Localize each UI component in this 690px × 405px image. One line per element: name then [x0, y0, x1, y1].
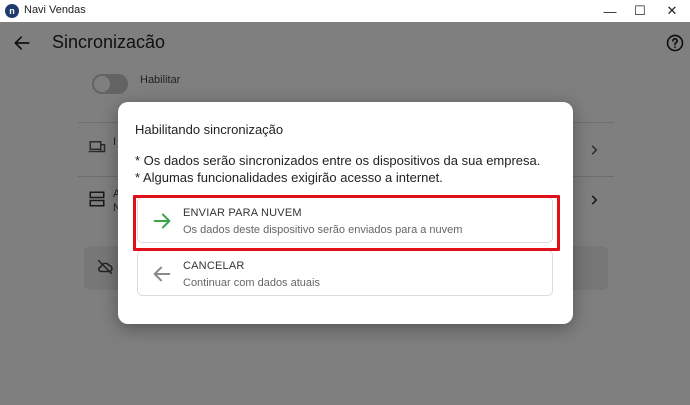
arrow-left-icon [153, 266, 171, 282]
arrow-right-icon [153, 213, 171, 229]
option-label: ENVIAR PARA NUVEM [183, 207, 302, 219]
sync-dialog: Habilitando sincronização * Os dados ser… [118, 102, 573, 324]
window-title: Navi Vendas [24, 4, 86, 16]
minimize-button[interactable]: — [594, 0, 626, 22]
close-window-button[interactable]: ✕ [656, 0, 688, 22]
option-description: Os dados deste dispositivo serão enviado… [183, 224, 463, 236]
cancel-option[interactable]: CANCELAR Continuar com dados atuais [137, 250, 553, 296]
dialog-title: Habilitando sincronização [135, 122, 284, 137]
send-to-cloud-option[interactable]: ENVIAR PARA NUVEM Os dados deste disposi… [137, 197, 553, 243]
dialog-note: * Os dados serão sincronizados entre os … [135, 153, 541, 168]
option-label: CANCELAR [183, 260, 245, 272]
dialog-note: * Algumas funcionalidades exigirão acess… [135, 170, 443, 185]
option-description: Continuar com dados atuais [183, 277, 320, 289]
app-logo: n [5, 4, 19, 18]
window-titlebar: n Navi Vendas — ☐ ✕ [0, 0, 690, 22]
maximize-button[interactable]: ☐ [624, 0, 656, 22]
